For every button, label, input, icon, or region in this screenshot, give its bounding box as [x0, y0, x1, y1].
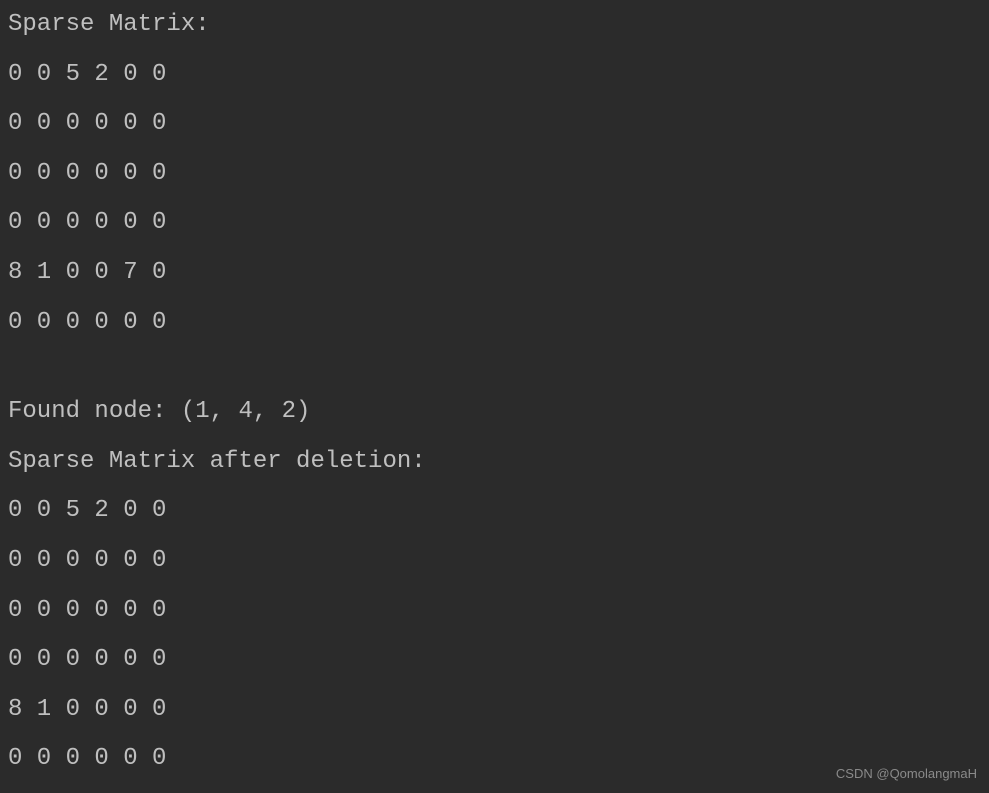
- matrix-header-2: Sparse Matrix after deletion:: [8, 445, 981, 479]
- matrix-row: 0 0 0 0 0 0: [8, 544, 981, 578]
- blank-line: [8, 355, 981, 395]
- matrix-row: 0 0 0 0 0 0: [8, 594, 981, 628]
- matrix-row: 0 0 0 0 0 0: [8, 157, 981, 191]
- matrix-row: 0 0 0 0 0 0: [8, 206, 981, 240]
- matrix-row: 0 0 5 2 0 0: [8, 58, 981, 92]
- matrix-row: 8 1 0 0 7 0: [8, 256, 981, 290]
- matrix-row: 0 0 5 2 0 0: [8, 494, 981, 528]
- matrix-row: 0 0 0 0 0 0: [8, 107, 981, 141]
- found-node-message: Found node: (1, 4, 2): [8, 395, 981, 429]
- matrix-row: 8 1 0 0 0 0: [8, 693, 981, 727]
- matrix-row: 0 0 0 0 0 0: [8, 643, 981, 677]
- matrix-row: 0 0 0 0 0 0: [8, 306, 981, 340]
- terminal-output: Sparse Matrix: 0 0 5 2 0 0 0 0 0 0 0 0 0…: [8, 8, 981, 776]
- watermark: CSDN @QomolangmaH: [836, 765, 977, 783]
- matrix-header-1: Sparse Matrix:: [8, 8, 981, 42]
